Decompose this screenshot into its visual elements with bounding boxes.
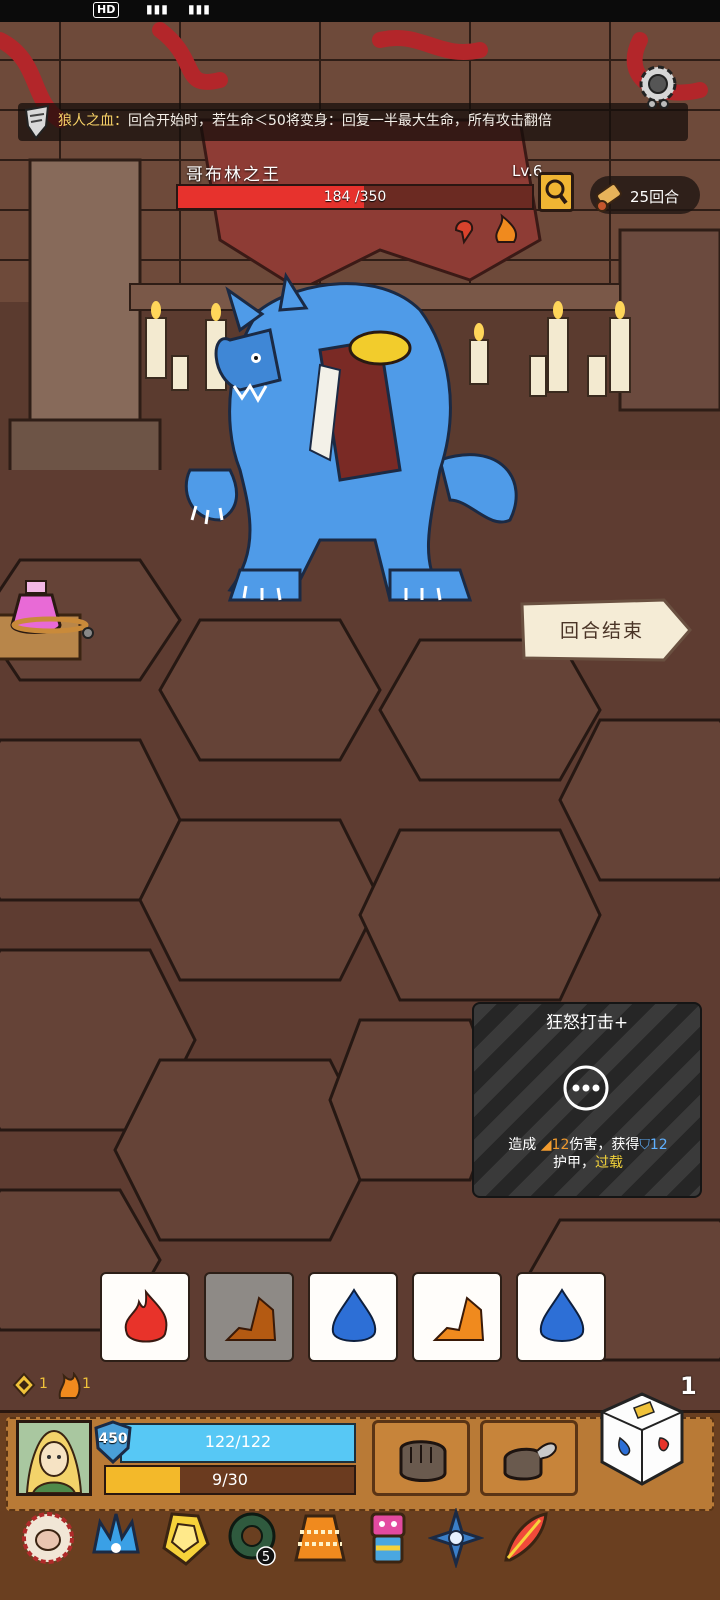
battle-scene: HD ▮▮▮ ▮▮▮ 狼人之血：回合开始时，若生命＜50将变身：回复一半最大生命… xyxy=(0,0,720,1600)
compass-star-icon[interactable] xyxy=(428,1508,484,1568)
relic-badge-count: 5 xyxy=(262,1550,270,1565)
flame-resource-icon xyxy=(58,1372,81,1399)
skill-desc-armor: 护甲， xyxy=(553,1155,595,1171)
magnifier-icon xyxy=(545,179,568,205)
signal-icon: ▮▮▮ xyxy=(188,2,211,16)
passive-hint-text: 狼人之血：回合开始时，若生命＜50将变身：回复一半最大生命，所有攻击翻倍 xyxy=(58,110,552,130)
earth-element-icon xyxy=(224,1296,277,1341)
boss-hp-text: 184 /350 xyxy=(323,189,387,205)
skill-desc-prefix: 造成 xyxy=(508,1137,537,1153)
amber-gem-icon[interactable] xyxy=(156,1508,212,1568)
rage-icon xyxy=(454,220,474,245)
player-energy-text: 9/30 xyxy=(212,1470,248,1489)
snake-ring-icon[interactable]: 5 xyxy=(224,1508,280,1568)
player-shield-value: 450 xyxy=(98,1431,128,1447)
roll-dice-button[interactable] xyxy=(598,1390,686,1488)
skill-damage-value: 12 xyxy=(551,1137,570,1153)
sun-mask-icon[interactable] xyxy=(20,1508,76,1568)
gold-count: 1 xyxy=(39,1376,48,1392)
more-options-icon[interactable] xyxy=(562,1064,610,1112)
die-water[interactable] xyxy=(516,1272,606,1362)
skill-title: 狂怒打击+ xyxy=(545,1013,629,1033)
die-water[interactable] xyxy=(308,1272,398,1362)
passive-name: 狼人之血： xyxy=(58,113,128,129)
item-slot-charging-fist[interactable] xyxy=(480,1420,578,1496)
die-earth[interactable] xyxy=(204,1272,294,1362)
hd-badge-icon: HD xyxy=(93,2,120,18)
skill-desc-overload: 过载 xyxy=(595,1155,623,1171)
woven-cloak-icon[interactable] xyxy=(292,1508,348,1568)
fire-element-icon xyxy=(124,1288,168,1343)
boss-status-icons xyxy=(454,213,518,245)
fist-icon xyxy=(399,1440,447,1482)
boss-hp-bar: 184 /350 xyxy=(176,184,534,210)
item-slot-fist[interactable] xyxy=(372,1420,470,1496)
skill-description: 造成 ◢12伤害，获得⛉12 护甲，过载 xyxy=(480,1136,696,1172)
relic-bar: 5 xyxy=(0,1504,720,1600)
end-turn-label: 回合结束 xyxy=(560,620,645,642)
ice-crown-icon[interactable] xyxy=(88,1508,144,1568)
turn-count-text: 25回合 xyxy=(630,188,680,206)
charging-fist-icon xyxy=(503,1442,557,1481)
armor-shield-icon: ⛉ xyxy=(639,1137,650,1153)
werewolf-boss[interactable] xyxy=(170,270,540,620)
werewolf-blood-icon xyxy=(24,104,50,140)
passive-desc: 回合开始时，若生命＜50将变身：回复一半最大生命，所有攻击翻倍 xyxy=(128,113,552,129)
flame-count: 1 xyxy=(82,1376,91,1392)
phoenix-feather-icon[interactable] xyxy=(496,1508,552,1568)
boss-intel-button[interactable] xyxy=(538,172,574,212)
gold-diamond-icon xyxy=(12,1372,36,1398)
water-element-icon xyxy=(331,1288,377,1342)
system-status-bar: HD ▮▮▮ ▮▮▮ xyxy=(0,0,720,22)
die-earth[interactable] xyxy=(412,1272,502,1362)
totem-icon[interactable] xyxy=(360,1508,416,1568)
skill-armor-value: 12 xyxy=(649,1137,668,1153)
scroll-icon xyxy=(596,183,622,212)
skill-desc-mid: 伤害，获得 xyxy=(569,1137,640,1153)
die-fire[interactable] xyxy=(100,1272,190,1362)
avatar xyxy=(19,1423,89,1494)
potion-slot[interactable] xyxy=(0,575,96,665)
dice-tray xyxy=(100,1272,610,1366)
hero-portrait[interactable] xyxy=(16,1420,92,1496)
signal-icon: ▮▮▮ xyxy=(146,2,169,16)
player-hp-text: 122/122 xyxy=(204,1432,272,1451)
water-element-icon xyxy=(539,1288,585,1342)
boss-name: 哥布林之王 xyxy=(186,165,281,185)
flame-status-icon xyxy=(495,213,518,243)
earth-element-icon xyxy=(432,1296,485,1341)
gear-icon[interactable] xyxy=(632,60,684,112)
earth-damage-icon: ◢ xyxy=(540,1137,552,1153)
